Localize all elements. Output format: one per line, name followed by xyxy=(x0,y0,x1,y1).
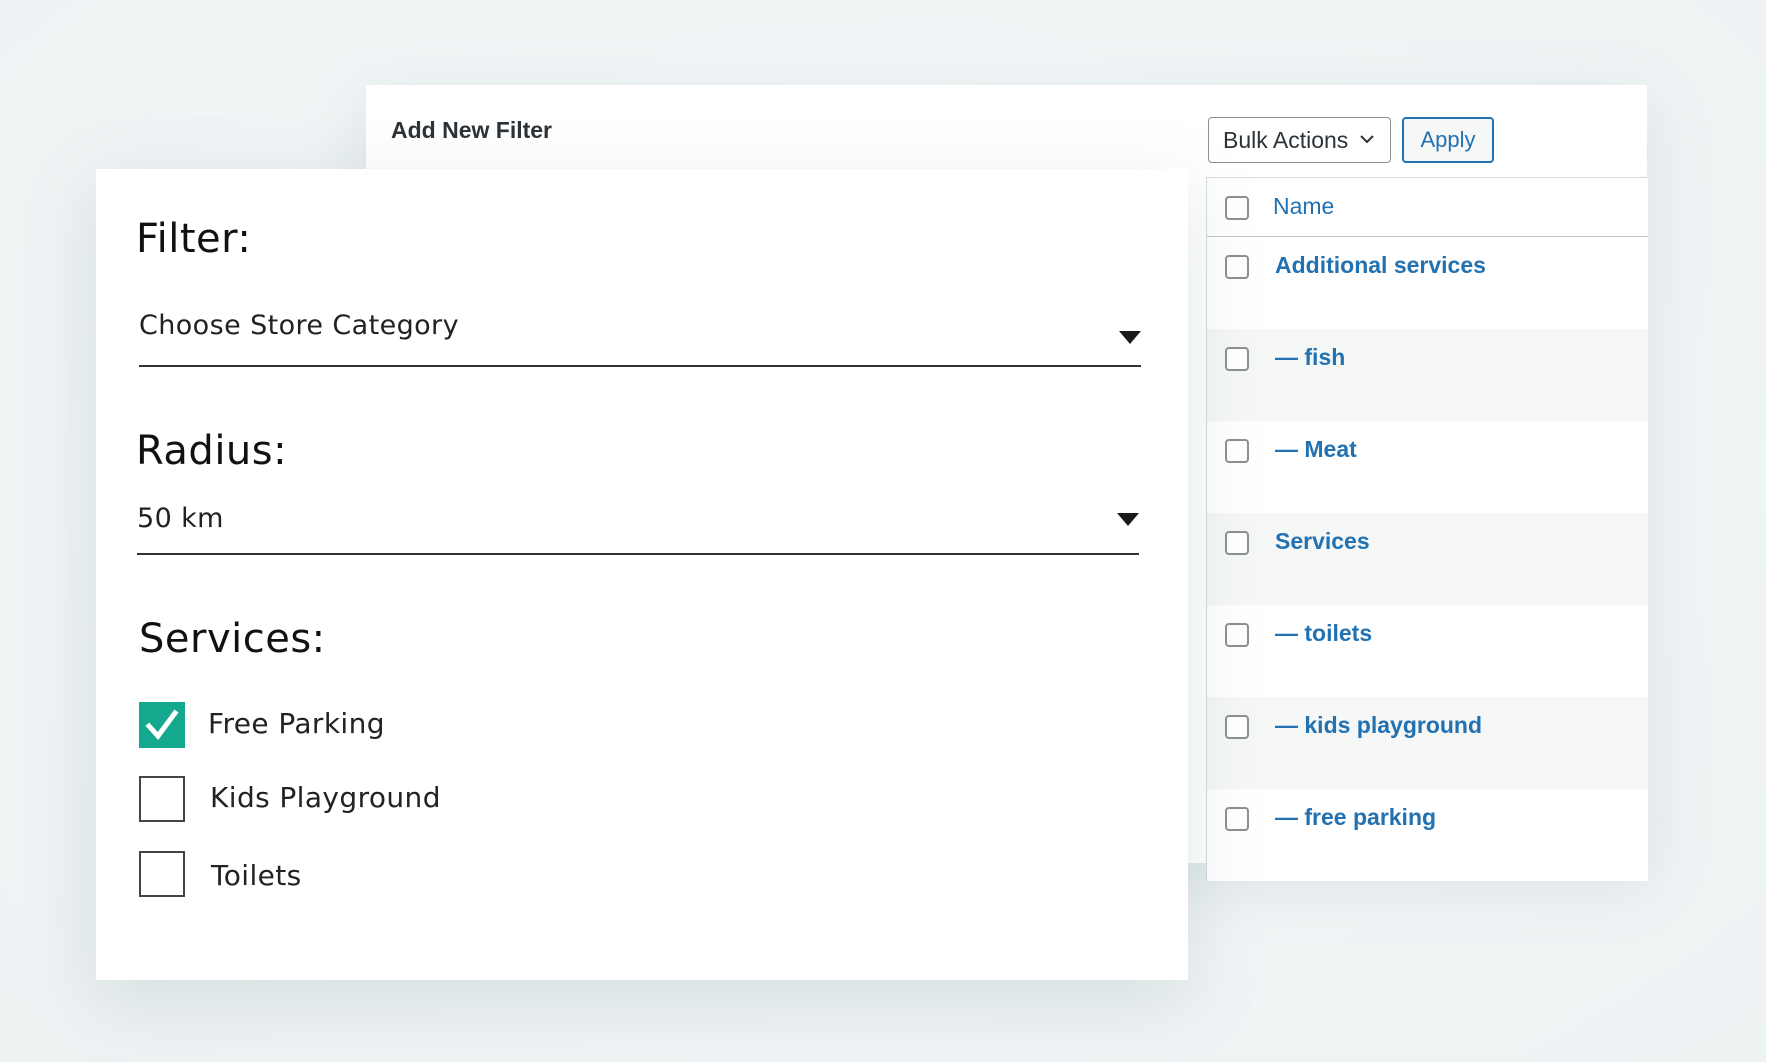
term-link[interactable]: — kids playground xyxy=(1275,712,1482,739)
chevron-down-icon xyxy=(1360,135,1374,144)
store-category-select[interactable]: Choose Store Category xyxy=(139,305,1141,367)
table-row: — Meat xyxy=(1207,421,1648,513)
page-title: Add New Filter xyxy=(391,117,553,143)
term-link[interactable]: — Meat xyxy=(1275,436,1357,463)
triangle-down-icon xyxy=(1119,331,1141,344)
bulk-actions-label: Bulk Actions xyxy=(1223,126,1349,153)
table-row: — kids playground xyxy=(1207,697,1648,789)
kids-playground-checkbox[interactable] xyxy=(139,776,185,822)
toilets-label: Toilets xyxy=(211,859,302,892)
checkmark-icon xyxy=(145,709,179,740)
toilets-checkbox[interactable] xyxy=(139,851,185,897)
free-parking-label: Free Parking xyxy=(208,707,385,740)
services-heading: Services: xyxy=(139,616,326,662)
row-checkbox[interactable] xyxy=(1225,531,1249,555)
row-checkbox[interactable] xyxy=(1225,439,1249,463)
term-link[interactable]: — free parking xyxy=(1275,804,1436,831)
apply-button[interactable]: Apply xyxy=(1402,117,1494,163)
table-row: — free parking xyxy=(1207,789,1648,881)
row-checkbox[interactable] xyxy=(1225,807,1249,831)
table-row: Additional services xyxy=(1207,237,1648,329)
store-filter-card: Filter: Choose Store Category Radius: 50… xyxy=(96,169,1188,980)
table-row: Services xyxy=(1207,513,1648,605)
select-all-checkbox[interactable] xyxy=(1225,196,1249,220)
name-column-header[interactable]: Name xyxy=(1273,193,1334,220)
filter-heading: Filter: xyxy=(136,216,252,262)
table-row: — toilets xyxy=(1207,605,1648,697)
kids-playground-label: Kids Playground xyxy=(210,781,441,814)
triangle-down-icon xyxy=(1117,513,1139,526)
terms-table: Name Additional services — fish — Meat S… xyxy=(1206,177,1648,881)
store-category-value: Choose Store Category xyxy=(139,310,459,341)
row-checkbox[interactable] xyxy=(1225,347,1249,371)
radius-value: 50 km xyxy=(137,503,224,534)
radius-heading: Radius: xyxy=(136,428,288,474)
row-checkbox[interactable] xyxy=(1225,715,1249,739)
term-link[interactable]: — toilets xyxy=(1275,620,1372,647)
table-row: — fish xyxy=(1207,329,1648,421)
term-link[interactable]: — fish xyxy=(1275,344,1345,371)
row-checkbox[interactable] xyxy=(1225,623,1249,647)
table-header: Name xyxy=(1207,178,1648,237)
bulk-actions-select[interactable]: Bulk Actions xyxy=(1208,117,1391,163)
term-link[interactable]: Additional services xyxy=(1275,252,1486,279)
row-checkbox[interactable] xyxy=(1225,255,1249,279)
radius-select[interactable]: 50 km xyxy=(137,503,1139,555)
term-link[interactable]: Services xyxy=(1275,528,1370,555)
free-parking-checkbox[interactable] xyxy=(139,702,185,748)
